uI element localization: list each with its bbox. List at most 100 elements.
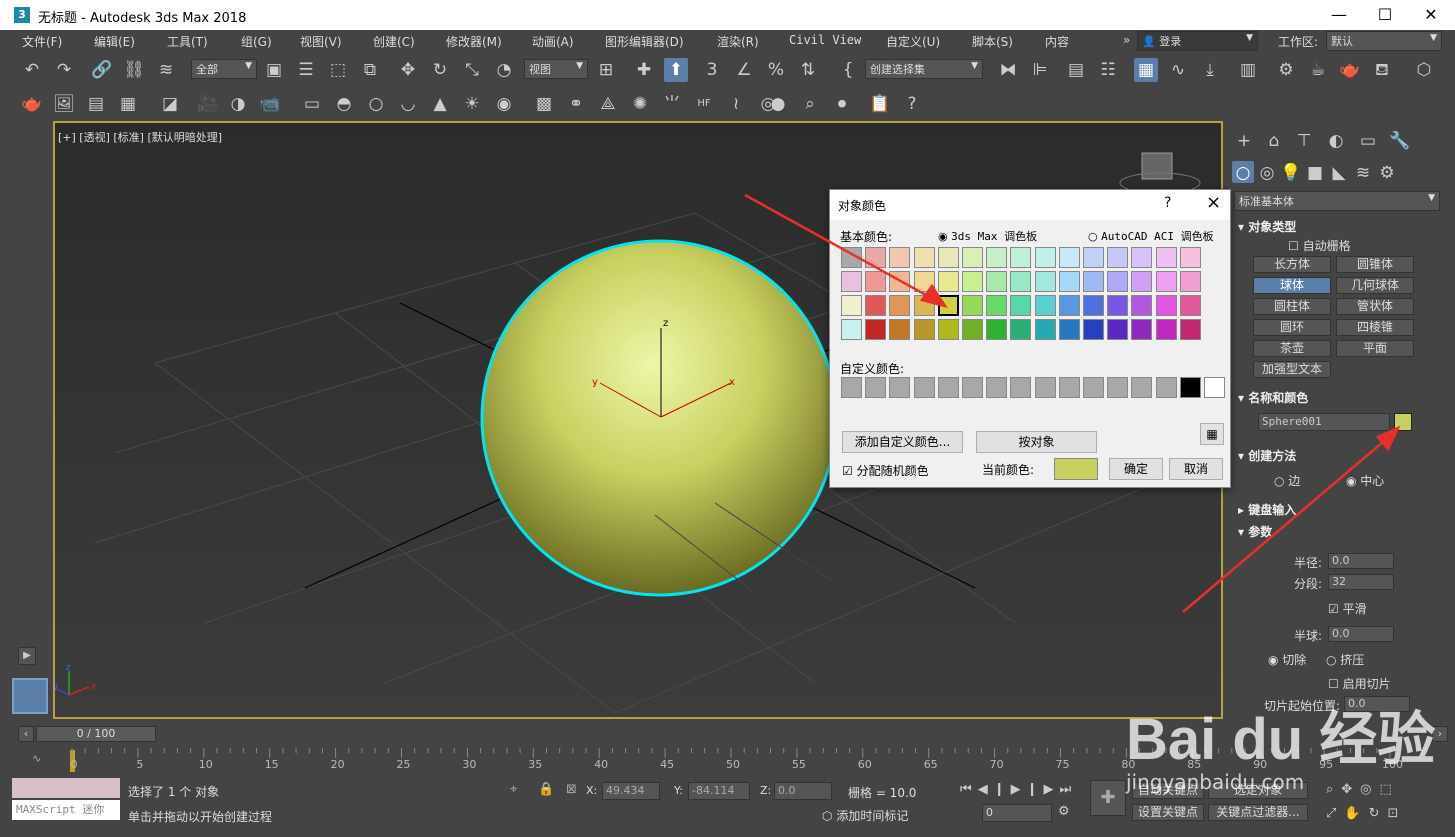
time-slider[interactable]: 0 / 100 (36, 726, 156, 742)
snaps-toggle-icon[interactable]: 3 (700, 58, 724, 82)
by-object-button[interactable]: 按对象 (976, 431, 1097, 453)
color-swatch[interactable] (841, 295, 862, 316)
render-setup-icon[interactable]: ⚙ (1274, 58, 1298, 82)
search-object-icon[interactable]: ⌕ (798, 92, 822, 116)
key-filters-button[interactable]: 关键点过滤器... (1208, 804, 1308, 821)
palette-autocad-radio[interactable]: ○ AutoCAD ACI 调色板 (1088, 228, 1214, 244)
rotate-icon[interactable]: ↻ (428, 58, 452, 82)
color-picker-icon[interactable]: ▦ (1200, 423, 1224, 445)
segments-spinner[interactable]: 32 (1328, 574, 1394, 590)
clipboard-icon[interactable]: 📋 (868, 92, 892, 116)
sphere-object[interactable] (480, 239, 838, 597)
add-custom-color-button[interactable]: 添加自定义颜色... (842, 431, 963, 453)
edit-named-selection-icon[interactable]: { (836, 58, 860, 82)
color-swatch[interactable] (1107, 247, 1129, 268)
box-button[interactable]: 长方体 (1253, 256, 1331, 273)
custom-color-swatch[interactable] (841, 377, 862, 398)
create-tab-icon[interactable]: + (1232, 129, 1256, 153)
hair-icon[interactable]: ≀ (724, 92, 748, 116)
maximize-button[interactable]: ☐ (1362, 0, 1408, 30)
selected-objects-dropdown[interactable]: 选定对象 (1208, 782, 1308, 799)
selection-filter-dropdown[interactable]: 全部 ▼ (191, 59, 257, 79)
image-icon[interactable]: 🖼 (52, 92, 76, 116)
cancel-button[interactable]: 取消 (1169, 458, 1223, 480)
layer-explorer-icon[interactable]: ☷ (1096, 58, 1120, 82)
color-swatch[interactable] (1179, 247, 1201, 268)
color-swatch[interactable] (1010, 295, 1032, 316)
squash-radio[interactable]: ○ 挤压 (1326, 651, 1364, 668)
color-swatch[interactable] (1058, 247, 1080, 268)
color-swatch[interactable] (913, 319, 935, 340)
hierarchy-tab-icon[interactable]: ⊤ (1292, 129, 1316, 153)
mesh-icon[interactable]: ⟁ (596, 92, 620, 116)
viewport-nav-controls-2[interactable]: ⤢✋↻⊡ (1326, 806, 1406, 821)
color-swatch[interactable] (1155, 247, 1177, 268)
menu-scripting[interactable]: 脚本(S) (972, 33, 1013, 50)
maxscript-listener[interactable] (12, 778, 120, 798)
menu-create[interactable]: 创建(C) (373, 33, 415, 50)
hf-icon[interactable]: HF (692, 92, 716, 116)
category-dropdown[interactable]: 标准基本体 ▼ (1234, 191, 1440, 211)
render-production-icon[interactable]: 🫖 (1338, 58, 1362, 82)
color-swatch[interactable] (1131, 247, 1153, 268)
selected-color-swatch[interactable] (937, 295, 959, 316)
color-swatch[interactable] (1034, 247, 1056, 268)
space-warps-icon[interactable]: ≋ (1352, 161, 1374, 183)
a360-icon[interactable]: ⬡ (1412, 58, 1436, 82)
shapes-icon[interactable]: ◎ (1256, 161, 1278, 183)
color-swatch[interactable] (1058, 319, 1080, 340)
molecule-icon[interactable]: ⚭ (564, 92, 588, 116)
camera-icon[interactable]: 🎥 (196, 92, 220, 116)
menu-overflow-icon[interactable]: » (1123, 33, 1130, 47)
disc-icon[interactable]: ◉ (492, 92, 516, 116)
color-swatch[interactable] (1034, 271, 1056, 292)
color-swatch[interactable] (937, 319, 959, 340)
percent-snap-icon[interactable]: % (764, 58, 788, 82)
bowl-icon[interactable]: ◡ (396, 92, 420, 116)
gear-particle-icon[interactable]: ✺ (628, 92, 652, 116)
custom-color-swatch[interactable] (962, 377, 983, 398)
record-icon[interactable]: ⏺ (830, 92, 854, 116)
prev-frame-icon[interactable]: ‹ (18, 726, 34, 742)
menu-graph-editors[interactable]: 图形编辑器(D) (605, 33, 684, 50)
chop-radio[interactable]: ◉ 切除 (1268, 651, 1306, 668)
grid-pattern-icon[interactable]: ▩ (532, 92, 556, 116)
custom-color-swatch[interactable] (1034, 377, 1056, 398)
color-swatch[interactable] (1010, 247, 1032, 268)
move-icon[interactable]: ✥ (396, 58, 420, 82)
unlink-icon[interactable]: ⛓ (122, 58, 146, 82)
cone-shape-icon[interactable]: ▲ (428, 92, 452, 116)
color-swatch[interactable] (1107, 295, 1129, 316)
menu-tools[interactable]: 工具(T) (167, 33, 208, 50)
random-color-checkbox[interactable]: ☑ 分配随机颜色 (842, 462, 929, 479)
help-icon[interactable]: ? (900, 92, 924, 116)
color-swatch[interactable] (1107, 319, 1129, 340)
color-swatch[interactable] (986, 295, 1008, 316)
hemisphere-spinner[interactable]: 0.0 (1328, 626, 1394, 642)
custom-color-swatch[interactable] (1155, 377, 1177, 398)
color-swatch[interactable] (1010, 271, 1032, 292)
custom-color-swatch[interactable] (986, 377, 1008, 398)
menu-content[interactable]: 内容 (1045, 33, 1069, 50)
schematic-view-icon[interactable]: ⤓ (1198, 58, 1222, 82)
utilities-tab-icon[interactable]: 🔧 (1388, 129, 1412, 153)
textplus-button[interactable]: 加强型文本 (1253, 361, 1331, 378)
enable-slice-checkbox[interactable]: ☐ 启用切片 (1328, 675, 1391, 692)
color-swatch[interactable] (841, 271, 862, 292)
reference-coord-dropdown[interactable]: 视图 ▼ (524, 59, 588, 79)
sun-icon[interactable]: ☀ (460, 92, 484, 116)
custom-color-swatch[interactable] (1204, 377, 1225, 398)
lights-icon[interactable]: 💡 (1280, 161, 1302, 183)
color-swatch[interactable] (962, 295, 983, 316)
color-swatch[interactable] (1131, 295, 1153, 316)
curve-editor-icon[interactable]: ∿ (1166, 58, 1190, 82)
named-selection-dropdown[interactable]: 创建选择集 ▼ (865, 59, 983, 79)
select-by-name-icon[interactable]: ☰ (294, 58, 318, 82)
pyramid-button[interactable]: 四棱锥 (1336, 319, 1414, 336)
autogrid-checkbox[interactable]: ☐ 自动栅格 (1288, 237, 1351, 254)
name-color-header[interactable]: ▾ 名称和颜色 (1238, 389, 1308, 406)
sphere-button[interactable]: 球体 (1253, 277, 1331, 294)
geosphere-button[interactable]: 几何球体 (1336, 277, 1414, 294)
cylinder-button[interactable]: 圆柱体 (1253, 298, 1331, 315)
color-swatch[interactable] (1131, 271, 1153, 292)
